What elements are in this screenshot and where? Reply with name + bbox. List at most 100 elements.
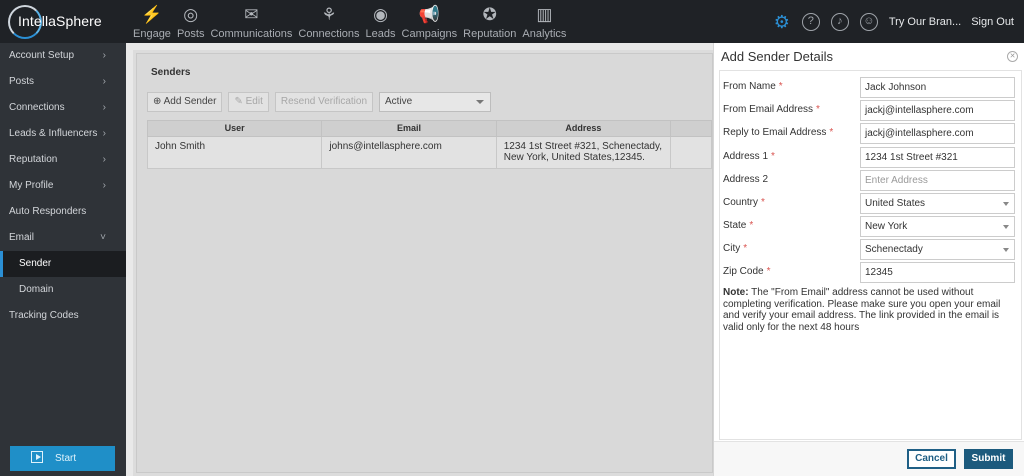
zip-field[interactable]: 12345 (860, 262, 1015, 283)
from-name-field[interactable]: Jack Johnson (860, 77, 1015, 98)
cell-extra (671, 137, 711, 168)
nav-reputation[interactable]: ✪ Reputation (460, 0, 519, 43)
reply-email-field[interactable]: jackj@intellasphere.com (860, 123, 1015, 144)
table-row[interactable]: John Smith johns@intellasphere.com 1234 … (147, 137, 712, 169)
brand-name: IntellaSphere (18, 13, 102, 29)
city-row: City * Schenectady (723, 239, 1018, 260)
city-select[interactable]: Schenectady (860, 239, 1015, 260)
lightning-icon: ⚡ (141, 5, 163, 24)
gear-icon[interactable]: ⚙ (773, 13, 791, 31)
network-icon: ⚘ (321, 5, 337, 24)
add-sender-button[interactable]: ⊕ Add Sender (147, 92, 223, 112)
country-label: Country * (723, 197, 765, 208)
sidebar-item-my-profile[interactable]: My Profile › (0, 173, 126, 199)
try-our-brand-link[interactable]: Try Our Bran... (889, 16, 961, 28)
column-header-extra (671, 121, 711, 136)
nav-analytics[interactable]: ▥ Analytics (519, 0, 569, 43)
badge-icon: ✪ (482, 5, 497, 24)
nav-communications[interactable]: ✉ Communications (207, 0, 295, 43)
column-header-email[interactable]: Email (322, 121, 497, 136)
sidebar-item-leads-influencers[interactable]: Leads & Influencers › (0, 121, 126, 147)
page-title: Senders (151, 67, 191, 78)
senders-panel: Senders ⊕ Add Sender ✎ Edit Resend Verif… (136, 53, 713, 473)
sidebar-item-auto-responders[interactable]: Auto Responders (0, 199, 126, 225)
chat-icon[interactable]: ☺ (859, 12, 878, 31)
sidebar-item-sender[interactable]: Sender (0, 251, 126, 277)
chevron-down-icon (1003, 225, 1009, 229)
sidebar-item-connections[interactable]: Connections › (0, 95, 126, 121)
sidebar-item-account-setup[interactable]: Account Setup › (0, 43, 126, 69)
cell-email: johns@intellasphere.com (322, 137, 497, 168)
sidebar-item-tracking-codes[interactable]: Tracking Codes (0, 303, 126, 329)
address1-field[interactable]: 1234 1st Street #321 (860, 147, 1015, 168)
resend-verification-button[interactable]: Resend Verification (274, 92, 374, 112)
state-select[interactable]: New York (860, 216, 1015, 237)
state-row: State * New York (723, 216, 1018, 237)
chevron-right-icon: › (102, 50, 106, 61)
from-name-label: From Name * (723, 81, 783, 92)
main-nav: ⚡ Engage ◎ Posts ✉ Communications ⚘ Connecti… (130, 0, 569, 43)
chevron-right-icon: › (102, 128, 106, 139)
column-header-user[interactable]: User (148, 121, 323, 136)
submit-button[interactable]: Submit (964, 449, 1013, 469)
chevron-down-icon (1003, 248, 1009, 252)
address2-field[interactable]: Enter Address (860, 170, 1015, 191)
state-label: State * (723, 220, 754, 231)
play-icon (31, 451, 43, 463)
from-email-field[interactable]: jackj@intellasphere.com (860, 100, 1015, 121)
sidebar: Account Setup › Posts › Connections › Leads… (0, 43, 126, 476)
sign-out-link[interactable]: Sign Out (971, 16, 1014, 28)
chevron-down-icon: ˅ (100, 232, 106, 243)
sidebar-item-domain[interactable]: Domain (0, 277, 126, 303)
chevron-right-icon: › (102, 102, 106, 113)
chevron-right-icon: › (102, 76, 106, 87)
sidebar-item-email[interactable]: Email ˅ (0, 225, 126, 251)
sidebar-item-reputation[interactable]: Reputation › (0, 147, 126, 173)
from-email-row: From Email Address * jackj@intellasphere.… (723, 100, 1018, 121)
plus-circle-icon: ⊕ (153, 96, 164, 107)
bell-icon[interactable]: ♪ (830, 12, 849, 31)
column-header-address[interactable]: Address (497, 121, 672, 136)
nav-engage[interactable]: ⚡ Engage (130, 0, 174, 43)
cell-address: 1234 1st Street #321, Schenectady, New Y… (497, 137, 672, 168)
chevron-right-icon: › (102, 154, 106, 165)
address1-label: Address 1 * (723, 151, 775, 162)
cell-user: John Smith (148, 137, 323, 168)
verification-note: Note: The "From Email" address cannot be… (723, 287, 1001, 333)
senders-table: User Email Address John Smith johns@inte… (147, 120, 712, 169)
nav-leads[interactable]: ◉ Leads (363, 0, 399, 43)
chevron-down-icon (476, 100, 485, 104)
nav-campaigns[interactable]: 📢 Campaigns (399, 0, 461, 43)
chevron-down-icon (1003, 202, 1009, 206)
help-icon[interactable]: ? (801, 12, 820, 31)
add-sender-drawer: Add Sender Details ✕ From Name * Jack Joh… (713, 43, 1024, 476)
address2-label: Address 2 (723, 174, 769, 185)
reply-email-label: Reply to Email Address * (723, 127, 834, 138)
start-button[interactable]: Start (10, 446, 115, 471)
edit-button[interactable]: ✎ Edit (228, 92, 269, 112)
intellasphere-logo[interactable]: IntellaSphere (6, 3, 126, 39)
senders-toolbar: ⊕ Add Sender ✎ Edit Resend Verification … (147, 92, 492, 114)
close-icon[interactable]: ✕ (1007, 51, 1018, 62)
drawer-title: Add Sender Details (721, 49, 834, 64)
from-email-label: From Email Address * (723, 104, 820, 115)
nav-connections[interactable]: ⚘ Connections (295, 0, 362, 43)
top-right-actions: ⚙ ? ♪ ☺ Try Our Bran... Sign Out (773, 0, 1024, 43)
target-icon: ◉ (373, 5, 388, 24)
country-select[interactable]: United States (860, 193, 1015, 214)
zip-row: Zip Code * 12345 (723, 262, 1018, 283)
status-filter-select[interactable]: Active (379, 92, 492, 112)
country-row: Country * United States (723, 193, 1018, 214)
mail-icon: ✉ (244, 5, 259, 24)
zip-label: Zip Code * (723, 266, 771, 277)
bubble-icon: ◎ (183, 5, 199, 24)
pencil-icon: ✎ (234, 96, 246, 107)
main-content: Senders ⊕ Add Sender ✎ Edit Resend Verif… (133, 50, 713, 476)
bar-chart-icon: ▥ (536, 5, 553, 24)
cancel-button[interactable]: Cancel (907, 449, 956, 469)
city-label: City * (723, 243, 748, 254)
sidebar-item-posts[interactable]: Posts › (0, 69, 126, 95)
table-header: User Email Address (147, 120, 712, 137)
top-navbar: IntellaSphere ⚡ Engage ◎ Posts ✉ Communicat… (0, 0, 1024, 43)
nav-posts[interactable]: ◎ Posts (174, 0, 208, 43)
